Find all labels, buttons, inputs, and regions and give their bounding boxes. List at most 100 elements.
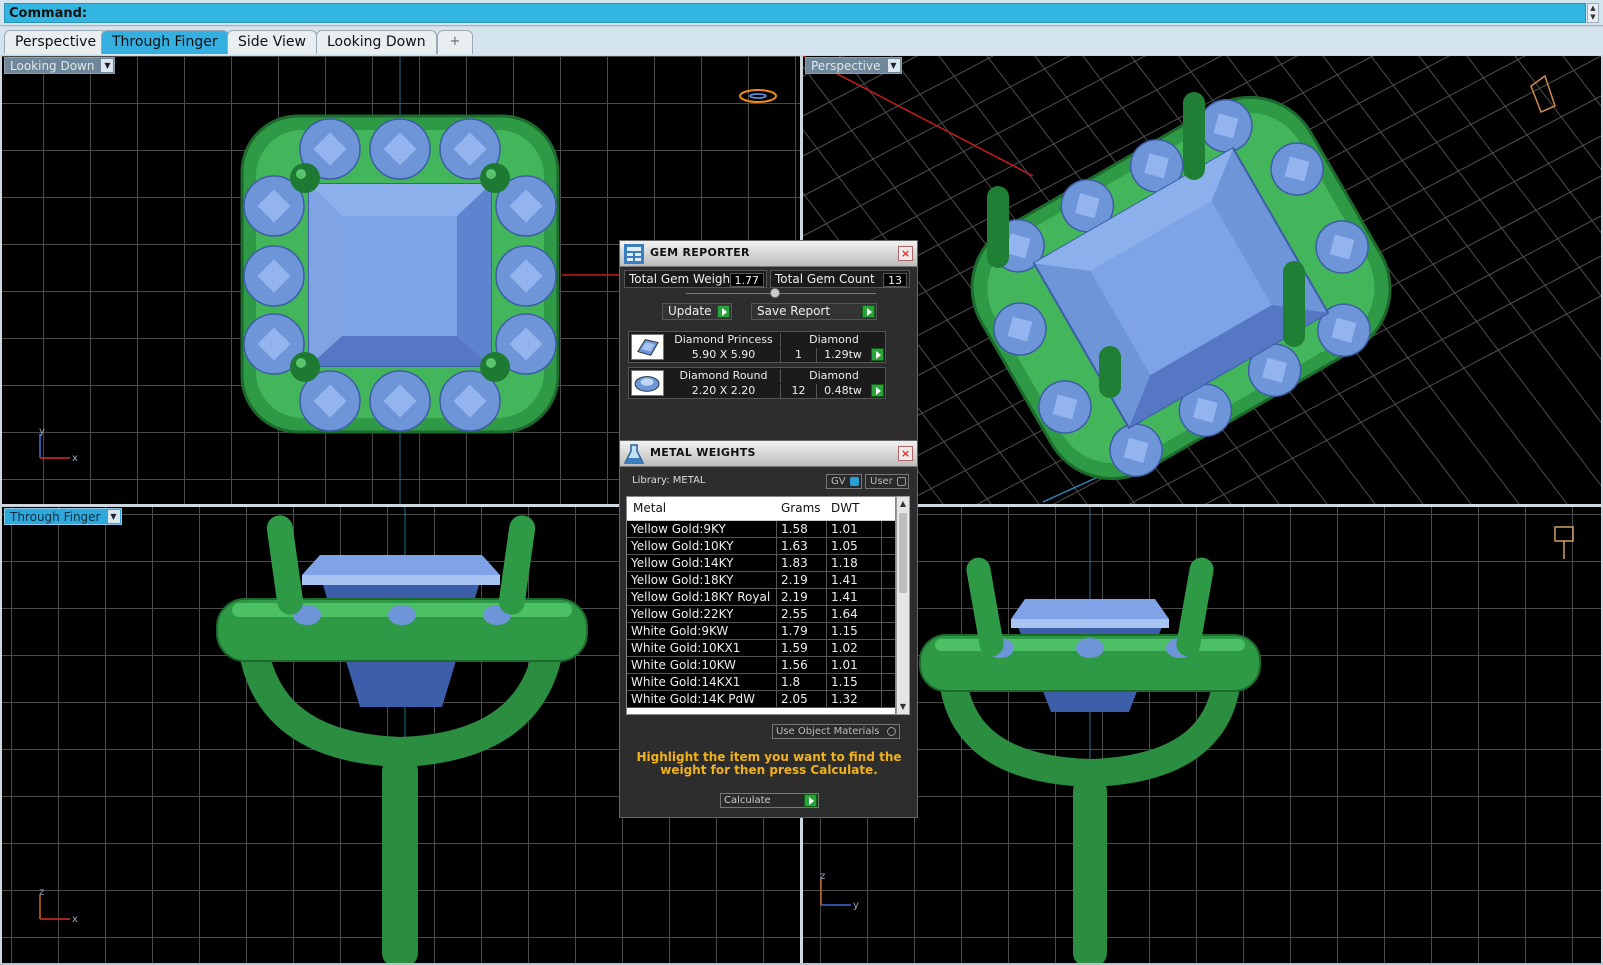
metal-row[interactable]: Yellow Gold:10KY 1.63 1.05 bbox=[627, 538, 895, 555]
metal-dwt: 1.18 bbox=[827, 555, 882, 571]
metal-table[interactable]: Metal Grams DWT Yellow Gold:9KY 1.58 1.01 Y… bbox=[626, 496, 896, 715]
scroll-thumb[interactable] bbox=[899, 513, 907, 593]
metal-row[interactable]: White Gold:14KX1 1.8 1.15 bbox=[627, 674, 895, 691]
chevron-down-icon[interactable]: ▼ bbox=[101, 59, 114, 72]
update-button[interactable]: Update bbox=[662, 303, 732, 320]
gem-reporter-header[interactable]: GEM REPORTER × bbox=[620, 241, 917, 267]
save-report-label: Save Report bbox=[757, 304, 831, 318]
total-gem-weight: Total Gem Weight 1.77 bbox=[624, 270, 767, 288]
metal-dwt: 1.41 bbox=[827, 589, 882, 605]
metal-name: Yellow Gold:18KY bbox=[627, 572, 777, 588]
viewport-label[interactable]: Perspective ▼ bbox=[805, 57, 902, 74]
gem-size: 5.90 X 5.90 bbox=[667, 348, 781, 362]
divider bbox=[686, 293, 876, 294]
metal-weights-title: METAL WEIGHTS bbox=[650, 446, 756, 459]
metal-row[interactable]: White Gold:10KX1 1.59 1.02 bbox=[627, 640, 895, 657]
axis-z-label: z bbox=[820, 871, 825, 882]
radio-icon bbox=[887, 727, 896, 736]
column-metal[interactable]: Metal bbox=[633, 497, 666, 519]
play-icon[interactable] bbox=[871, 348, 884, 361]
chevron-down-icon[interactable]: ▼ bbox=[107, 510, 120, 523]
metal-dwt: 1.05 bbox=[827, 538, 882, 554]
metal-row[interactable]: Yellow Gold:22KY 2.55 1.64 bbox=[627, 606, 895, 623]
metal-grams: 2.55 bbox=[777, 606, 827, 622]
tab-through-finger[interactable]: Through Finger bbox=[101, 30, 229, 54]
metal-row[interactable]: White Gold:10KW 1.56 1.01 bbox=[627, 657, 895, 674]
metal-grams: 2.19 bbox=[777, 572, 827, 588]
metal-row[interactable]: Yellow Gold:14KY 1.83 1.18 bbox=[627, 555, 895, 572]
metal-row[interactable]: Yellow Gold:18KY 2.19 1.41 bbox=[627, 572, 895, 589]
chevron-down-icon[interactable]: ▼ bbox=[887, 59, 900, 72]
total-gem-count-label: Total Gem Count bbox=[775, 272, 875, 286]
close-icon[interactable]: × bbox=[898, 446, 913, 461]
axis-x-label: x bbox=[72, 914, 78, 925]
use-object-materials-toggle[interactable]: Use Object Materials bbox=[772, 724, 900, 739]
tab-perspective[interactable]: Perspective bbox=[4, 30, 108, 54]
metal-flask-icon bbox=[623, 444, 645, 464]
metal-dwt: 1.32 bbox=[827, 691, 882, 707]
axis-indicator-icon: y x bbox=[39, 428, 78, 464]
metal-name: White Gold:14KX1 bbox=[627, 674, 777, 690]
toggle-on-icon bbox=[850, 477, 859, 486]
metal-table-scrollbar[interactable]: ▲ ▼ bbox=[896, 496, 910, 715]
metal-grams: 1.58 bbox=[777, 521, 827, 537]
gv-toggle[interactable]: GV bbox=[826, 474, 862, 489]
scroll-up-icon[interactable]: ▲ bbox=[897, 498, 909, 510]
total-gem-count: Total Gem Count 13 bbox=[770, 270, 910, 288]
metal-weights-header[interactable]: METAL WEIGHTS × bbox=[620, 441, 917, 467]
total-gem-weight-value: 1.77 bbox=[729, 273, 764, 287]
metal-row[interactable]: Yellow Gold:18KY Royal 2.19 1.41 bbox=[627, 589, 895, 606]
metal-name: Yellow Gold:14KY bbox=[627, 555, 777, 571]
viewport-label[interactable]: Through Finger ▼ bbox=[4, 508, 122, 525]
save-report-button[interactable]: Save Report bbox=[751, 303, 877, 320]
column-grams[interactable]: Grams bbox=[781, 497, 821, 519]
pen-gizmo-icon bbox=[1554, 526, 1574, 559]
axis-indicator-icon: z x bbox=[39, 889, 78, 925]
column-dwt[interactable]: DWT bbox=[831, 497, 859, 519]
scroll-down-icon[interactable]: ▼ bbox=[897, 701, 909, 713]
tab-looking-down[interactable]: Looking Down bbox=[316, 30, 437, 54]
viewport-side-view[interactable]: z y bbox=[803, 507, 1601, 963]
viewport-label[interactable]: Looking Down ▼ bbox=[4, 57, 116, 74]
metal-dwt: 1.02 bbox=[827, 640, 882, 656]
tab-side-view[interactable]: Side View bbox=[227, 30, 317, 54]
metal-weights-panel: METAL WEIGHTS × Library: METAL GV User M… bbox=[619, 440, 918, 818]
metal-dwt: 1.15 bbox=[827, 674, 882, 690]
gem-item-row[interactable]: Diamond Round Diamond 2.20 X 2.20 12 0.4… bbox=[628, 367, 886, 399]
calculate-button[interactable]: Calculate bbox=[720, 793, 819, 808]
ring-perspective-view bbox=[803, 56, 1601, 504]
metal-dwt: 1.41 bbox=[827, 572, 882, 588]
command-input[interactable]: Command: bbox=[4, 3, 1586, 23]
gem-item-row[interactable]: Diamond Princess Diamond 5.90 X 5.90 1 1… bbox=[628, 331, 886, 363]
gem-weight: 0.48tw bbox=[824, 384, 862, 397]
calculate-label: Calculate bbox=[724, 795, 771, 806]
viewport-perspective[interactable]: Perspective ▼ bbox=[803, 56, 1601, 504]
command-scroll-icon[interactable]: ▲ ▼ bbox=[1587, 3, 1599, 23]
user-toggle[interactable]: User bbox=[865, 474, 909, 489]
axis-y-label: y bbox=[853, 900, 859, 911]
metal-dwt: 1.64 bbox=[827, 606, 882, 622]
play-icon bbox=[717, 305, 730, 318]
total-gem-weight-label: Total Gem Weight bbox=[629, 272, 735, 286]
splitter-handle[interactable] bbox=[770, 288, 780, 298]
update-label: Update bbox=[668, 304, 712, 318]
add-tab-button[interactable]: + bbox=[437, 30, 473, 54]
close-icon[interactable]: × bbox=[898, 246, 913, 261]
gem-count: 12 bbox=[781, 384, 817, 398]
axis-z-label: z bbox=[39, 889, 44, 898]
metal-dwt: 1.01 bbox=[827, 657, 882, 673]
metal-grams: 2.05 bbox=[777, 691, 827, 707]
metal-row[interactable]: Yellow Gold:9KY 1.58 1.01 bbox=[627, 521, 895, 538]
play-icon[interactable] bbox=[871, 384, 884, 397]
metal-grams: 2.19 bbox=[777, 589, 827, 605]
use-object-materials-label: Use Object Materials bbox=[776, 726, 880, 737]
axis-x-label: x bbox=[72, 453, 78, 464]
metal-row[interactable]: White Gold:14K PdW 2.05 1.32 bbox=[627, 691, 895, 708]
gem-reporter-panel: GEM REPORTER × Total Gem Weight 1.77 Tot… bbox=[619, 240, 918, 441]
gem-material: Diamond bbox=[809, 369, 859, 382]
metal-row[interactable]: White Gold:9KW 1.79 1.15 bbox=[627, 623, 895, 640]
toggle-off-icon bbox=[897, 477, 906, 486]
metal-name: White Gold:14K PdW bbox=[627, 691, 777, 707]
viewport-label-text: Through Finger bbox=[10, 510, 101, 524]
round-cut-icon bbox=[631, 370, 664, 396]
